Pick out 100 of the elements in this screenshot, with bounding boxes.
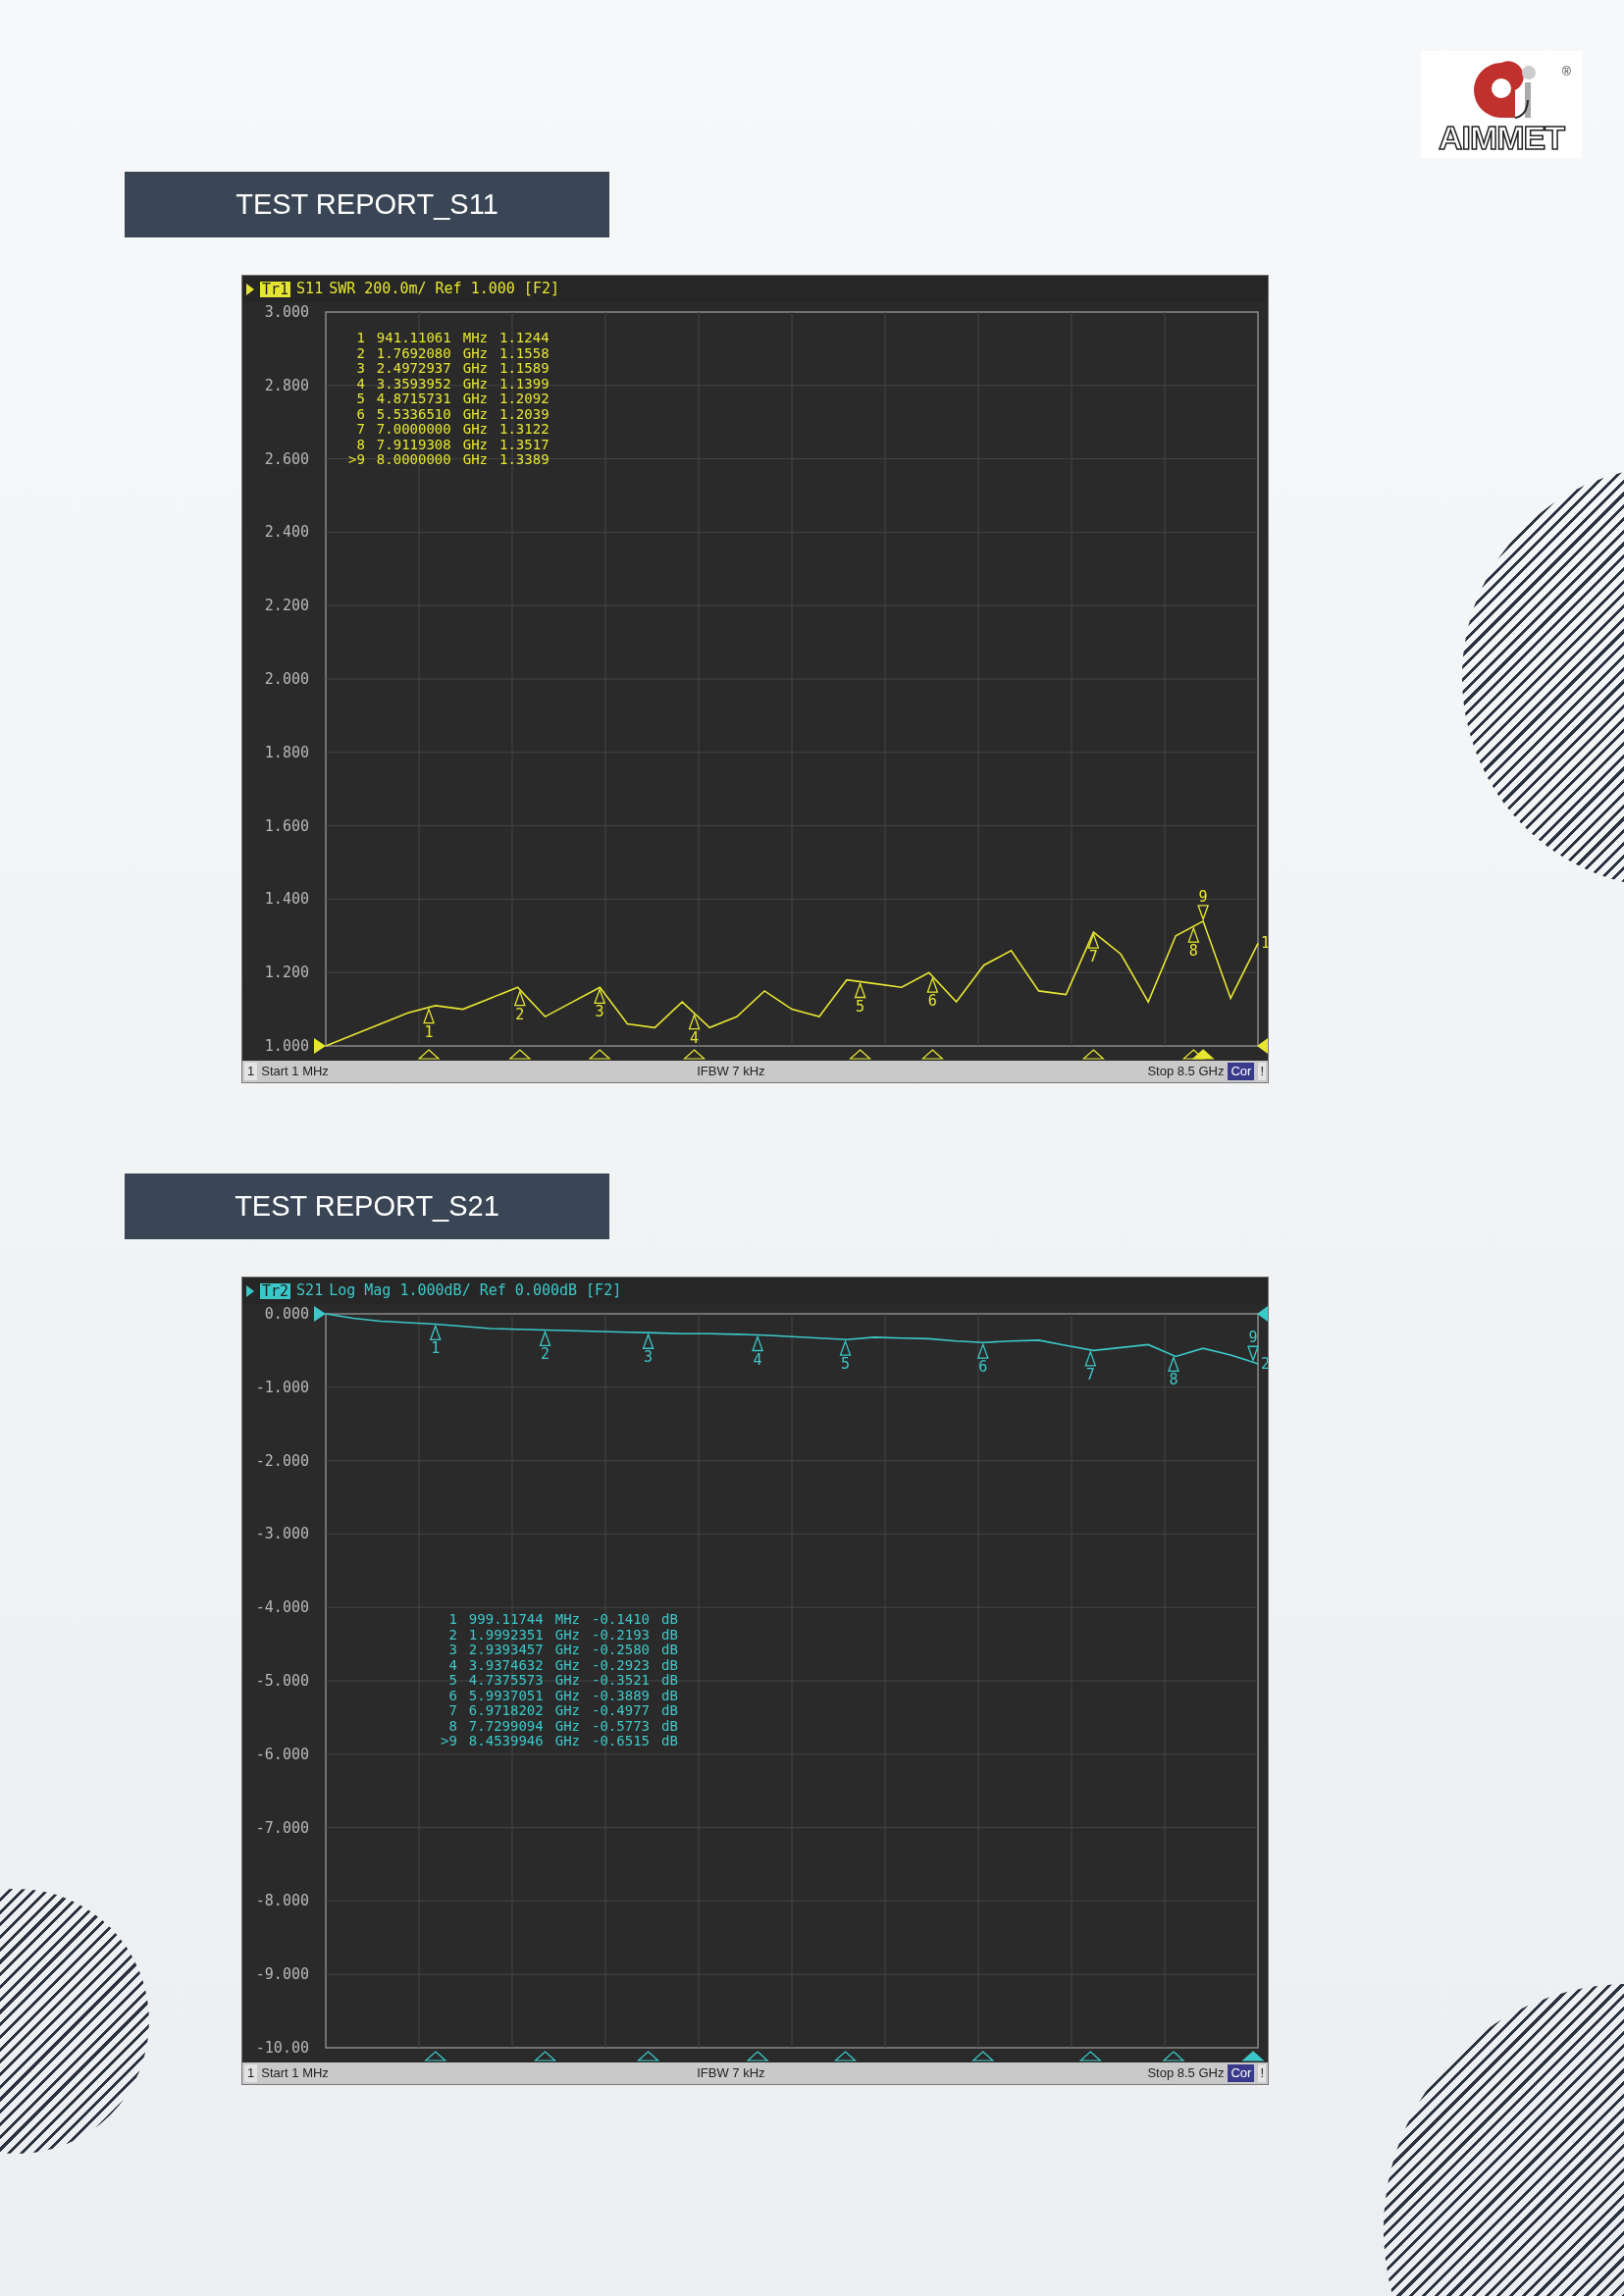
marker-label: 9 (1248, 1329, 1258, 1347)
marker-reading: -0.4977 (592, 1703, 651, 1719)
marker-label: 8 (1169, 1371, 1179, 1389)
marker-triangle-icon (854, 981, 866, 999)
axis-tick-label: -8.000 (255, 1892, 309, 1910)
marker-indicator-icon (588, 1049, 611, 1060)
trace-number-label: 2 (1261, 1354, 1268, 1373)
marker-indicator-icon (1081, 1049, 1105, 1060)
trace-arrow-icon (246, 1284, 254, 1297)
marker-frequency: 5.9937051 (468, 1688, 544, 1703)
correction-badge: Cor (1228, 2064, 1255, 2082)
reference-marker-icon (1257, 1038, 1268, 1054)
marker-indicator-icon (533, 2051, 557, 2061)
trace-arrow-icon (246, 283, 254, 295)
marker-number: >9 (348, 452, 365, 468)
reading-unit: dB (661, 1612, 678, 1628)
marker-number: 5 (355, 391, 365, 407)
axis-tick-label: -4.000 (255, 1598, 309, 1617)
frequency-unit: GHz (462, 437, 488, 452)
marker-indicator-icon (417, 1049, 441, 1060)
marker-frequency: 1.7692080 (376, 345, 451, 361)
axis-tick-label: 2.800 (264, 376, 309, 394)
start-frequency: Start 1 MHz (261, 1063, 330, 1081)
axis-tick-label: 1.000 (264, 1037, 309, 1055)
logo-wordmark: AIMMET (1438, 121, 1565, 154)
marker-frequency: 7.9119308 (376, 437, 451, 452)
marker-number: >9 (441, 1734, 457, 1749)
marker-number: 3 (355, 361, 365, 377)
marker-frequency: 8.4539946 (468, 1734, 544, 1749)
channel-number: 1 (244, 2064, 258, 2082)
marker-label: 1 (424, 1022, 434, 1041)
axis-tick-label: 1.400 (264, 890, 309, 909)
marker-frequency: 6.9718202 (468, 1703, 544, 1719)
reference-marker-icon (314, 1038, 326, 1054)
trace-header-text: Log Mag 1.000dB/ Ref 0.000dB [F2] (329, 1280, 622, 1302)
axis-tick-label: -2.000 (255, 1451, 309, 1470)
marker-label: 1 (431, 1339, 441, 1358)
marker-reading: -0.5773 (592, 1718, 651, 1734)
marker-reading: -0.3521 (592, 1673, 651, 1689)
marker-triangle-icon (839, 1339, 852, 1356)
reading-unit: dB (661, 1703, 678, 1719)
correction-badge: Cor (1228, 1063, 1255, 1080)
marker-number: 7 (355, 422, 365, 438)
marker-reading: 1.1558 (499, 345, 550, 361)
marker-number: 7 (447, 1703, 457, 1719)
marker-label: 7 (1088, 948, 1098, 966)
frequency-unit: GHz (554, 1643, 580, 1658)
marker-reading: -0.1410 (592, 1612, 651, 1628)
marker-frequency: 3.9374632 (468, 1657, 544, 1673)
warning-indicator: ! (1258, 2064, 1266, 2082)
marker-label: 9 (1198, 887, 1208, 906)
marker-number: 1 (355, 331, 365, 346)
axis-tick-label: 2.600 (264, 449, 309, 468)
marker-number: 2 (447, 1627, 457, 1643)
stop-frequency: Stop 8.5 GHz (1147, 2064, 1225, 2083)
marker-number: 2 (355, 345, 365, 361)
trace-header-text: SWR 200.0m/ Ref 1.000 [F2] (329, 279, 559, 300)
axis-tick-label: -10.00 (255, 2039, 309, 2057)
marker-label: 4 (690, 1028, 700, 1047)
marker-triangle-icon (976, 1342, 989, 1359)
marker-label: 5 (840, 1355, 850, 1374)
frequency-unit: GHz (462, 345, 488, 361)
marker-label: 6 (978, 1358, 988, 1377)
axis-tick-label: 2.000 (264, 670, 309, 688)
ifbw-setting: IFBW 7 kHz (697, 2064, 766, 2083)
marker-triangle-icon (642, 1332, 655, 1349)
marker-number: 8 (355, 437, 365, 452)
marker-reading: 1.3517 (499, 437, 550, 452)
marker-number: 8 (447, 1718, 457, 1734)
axis-tick-label: 0.000 (264, 1305, 309, 1323)
ifbw-setting: IFBW 7 kHz (697, 1063, 766, 1081)
reading-unit: dB (661, 1643, 678, 1658)
marker-indicator-icon (920, 1049, 944, 1060)
frequency-unit: GHz (462, 422, 488, 438)
frequency-unit: GHz (462, 452, 488, 468)
marker-triangle-icon (1087, 932, 1100, 949)
stop-frequency: Stop 8.5 GHz (1147, 1063, 1225, 1081)
reading-unit: dB (661, 1673, 678, 1689)
axis-tick-label: 2.400 (264, 523, 309, 542)
marker-reading: 1.3122 (499, 422, 550, 438)
marker-frequency: 4.7375573 (468, 1673, 544, 1689)
marker-indicator-icon (1162, 2051, 1185, 2061)
marker-triangle-icon (429, 1324, 442, 1341)
marker-label: 3 (595, 1003, 604, 1021)
marker-label: 6 (927, 992, 937, 1011)
marker-frequency: 3.3593952 (376, 376, 451, 391)
axis-tick-label: 2.200 (264, 597, 309, 615)
marker-reading: -0.6515 (592, 1734, 651, 1749)
marker-indicator-icon (682, 1049, 707, 1060)
frequency-unit: GHz (554, 1718, 580, 1734)
marker-indicator-icon (508, 1049, 532, 1060)
marker-label: 5 (856, 997, 865, 1016)
reading-unit: dB (661, 1688, 678, 1703)
frequency-unit: GHz (554, 1627, 580, 1643)
frequency-unit: GHz (462, 391, 488, 407)
marker-frequency: 2.9393457 (468, 1643, 544, 1658)
marker-triangle-icon (688, 1013, 701, 1030)
frequency-unit: GHz (554, 1657, 580, 1673)
axis-tick-label: -1.000 (255, 1378, 309, 1396)
marker-reading: 1.2092 (499, 391, 550, 407)
